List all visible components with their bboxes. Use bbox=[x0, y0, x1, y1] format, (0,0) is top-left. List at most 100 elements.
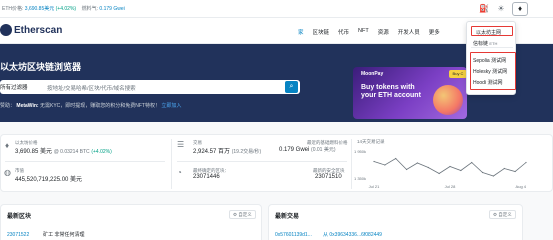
gas-label: 燃料气: bbox=[81, 6, 99, 12]
chart-point[interactable] bbox=[373, 160, 375, 163]
transactions-stat: 2,924.57 百万 (19.2交易/秒) bbox=[193, 146, 261, 155]
moonpay-ad-banner[interactable]: MoonPay Buy C Buy tokens with your ETH a… bbox=[353, 67, 467, 119]
nav-item-developers[interactable]: 开发人员 bbox=[398, 28, 420, 36]
nav-menu: 家 区块链 代币 NFT 资源 开发人员 更多 bbox=[298, 28, 440, 36]
sponsored-text: 无需KYC，即时提现，赚取您的积分和免费NFT特权！ bbox=[39, 103, 160, 109]
theme-toggle-icon[interactable]: ☀ bbox=[495, 3, 507, 15]
ethereum-icon: ♦ bbox=[517, 4, 523, 13]
chart-series-line bbox=[373, 157, 527, 177]
latest-blocks-panel: 最新区块 ⚙ 自定义 23071522 矿工 非常任何清理 bbox=[0, 204, 262, 240]
tx-from-link[interactable]: 从 0x39634336...6f082449 bbox=[323, 232, 382, 238]
tx-hash-link[interactable]: 0x57601139d1... bbox=[275, 232, 312, 238]
sponsored-name: MetaWin: bbox=[16, 103, 39, 109]
ad-headline: Buy tokens with your ETH account bbox=[361, 84, 421, 100]
network-option-hoodi[interactable]: Hoodi 测试网 bbox=[473, 79, 502, 86]
network-option-holesky[interactable]: Holesky 测试网 bbox=[473, 68, 507, 75]
mainnet-label: 以太坊主网 bbox=[476, 30, 502, 36]
chart-point[interactable] bbox=[503, 167, 505, 170]
block-miner[interactable]: 矿工 非常任何清理 bbox=[43, 232, 84, 238]
network-switch-button[interactable]: ♦ bbox=[512, 2, 528, 16]
search-input[interactable]: 按地址/交易哈希/区块/代币/域名搜索 bbox=[47, 84, 136, 92]
base-gas-value[interactable]: 0.179 Gwei bbox=[279, 147, 309, 153]
search-filter-select[interactable]: 所有过滤器 bbox=[0, 83, 28, 91]
customize-transactions-button[interactable]: ⚙ 自定义 bbox=[489, 210, 516, 219]
beacon-suffix: ETH bbox=[489, 41, 498, 46]
customize-label: 自定义 bbox=[498, 212, 512, 217]
search-bar: 所有过滤器 按地址/交易哈希/区块/代币/域名搜索 ⌕ bbox=[0, 80, 300, 94]
chart-point[interactable] bbox=[395, 157, 397, 160]
network-option-sepolia[interactable]: Sepolia 测试网 bbox=[473, 57, 506, 64]
chart-point[interactable] bbox=[514, 170, 516, 173]
chart-point[interactable] bbox=[471, 161, 473, 164]
chart-x-tick: Jul 21 bbox=[369, 184, 380, 189]
chart-y-tick: 1 350k bbox=[354, 176, 366, 181]
latest-blocks-title: 最新区块 bbox=[7, 214, 32, 220]
eth-price-change: (+4.02%) bbox=[55, 6, 77, 12]
block-row: 23071522 矿工 非常任何清理 bbox=[7, 231, 85, 238]
nav-item-nft[interactable]: NFT bbox=[358, 28, 369, 36]
speedometer-icon: ◔ bbox=[177, 168, 182, 177]
finalized-block-value[interactable]: 23071446 bbox=[193, 174, 220, 180]
top-ticker-bar: ETH价格: 3,690.85美元 (+4.02%) 燃料气: 0.179 Gw… bbox=[0, 0, 553, 18]
ad-line-1: Buy tokens with bbox=[361, 84, 415, 91]
network-option-mainnet[interactable]: 以太坊主网 bbox=[471, 26, 513, 36]
sponsored-prefix: 赞助： bbox=[0, 103, 16, 109]
eth-price: 3,690.85美元 bbox=[24, 6, 55, 12]
globe-icon: ◍ bbox=[4, 168, 11, 177]
gas-tracker-icon[interactable]: ⛽ bbox=[478, 3, 490, 15]
transactions-value[interactable]: 2,924.57 百万 bbox=[193, 149, 230, 155]
chart-point[interactable] bbox=[416, 162, 419, 164]
logo-text[interactable]: Etherscan bbox=[14, 25, 62, 36]
latest-transactions-panel: 最新交易 ⚙ 自定义 0x57601139d1... 从 0x39634336.… bbox=[268, 204, 523, 240]
divider bbox=[177, 161, 347, 162]
block-number-link[interactable]: 23071522 bbox=[7, 232, 29, 238]
chart-point[interactable] bbox=[405, 168, 408, 171]
eth-price-stat: 3,690.85 美元 @ 0.03214 BTC (+4.02%) bbox=[15, 146, 112, 155]
market-cap-value: 445,520,719,225.00 美元 bbox=[15, 177, 83, 183]
sponsored-link[interactable]: 立即加入 bbox=[161, 103, 181, 109]
transaction-row: 0x57601139d1... 从 0x39634336...6f082449 bbox=[275, 231, 382, 238]
search-button[interactable]: ⌕ bbox=[285, 81, 298, 93]
nav-item-resources[interactable]: 资源 bbox=[378, 28, 389, 36]
base-gas-stat: 0.179 Gwei (0.01 美元) bbox=[279, 146, 335, 153]
nav-item-more[interactable]: 更多 bbox=[429, 28, 440, 36]
ad-chip: Buy C bbox=[449, 70, 467, 78]
chart-point[interactable] bbox=[525, 161, 527, 164]
chart-point[interactable] bbox=[384, 164, 386, 166]
base-gas-fee: (0.01 美元) bbox=[311, 147, 336, 153]
safe-block-value[interactable]: 23071510 bbox=[315, 174, 342, 180]
customize-label: 自定义 bbox=[238, 212, 252, 217]
chart-y-tick: 1 950k bbox=[354, 149, 366, 154]
transactions-tps: (19.2交易/秒) bbox=[231, 149, 262, 155]
ethereum-price-icon: ♦ bbox=[5, 141, 10, 150]
divider bbox=[5, 161, 165, 162]
divider bbox=[171, 139, 172, 189]
search-icon: ⌕ bbox=[289, 83, 294, 90]
chart-point[interactable] bbox=[460, 169, 462, 172]
chart-x-tick: Jul 28 bbox=[445, 184, 456, 189]
ad-line-2: your ETH account bbox=[361, 92, 421, 99]
chart-point[interactable] bbox=[481, 171, 484, 174]
network-option-beacon[interactable]: 信标链 ETH bbox=[473, 40, 497, 47]
nav-item-home[interactable]: 家 bbox=[298, 28, 304, 36]
divider bbox=[471, 47, 513, 48]
eth-price-btc: @ 0.03214 BTC bbox=[53, 149, 90, 155]
sponsored-line: 赞助： MetaWin: 无需KYC，即时提现，赚取您的积分和免费NFT特权！ … bbox=[0, 102, 181, 109]
chart-point[interactable] bbox=[438, 172, 440, 175]
network-dropdown: 以太坊主网 信标链 ETH Sepolia 测试网 Holesky 测试网 Ho… bbox=[466, 21, 516, 95]
eth-price-label: ETH价格: bbox=[2, 6, 24, 12]
eth-price-stat-value[interactable]: 3,690.85 美元 bbox=[15, 149, 52, 155]
chart-point[interactable] bbox=[449, 165, 451, 168]
eth-price-stat-change: (+4.02%) bbox=[91, 149, 112, 155]
nav-item-blockchain[interactable]: 区块链 bbox=[313, 28, 330, 36]
transaction-history-chart: 1 950k 1 350kJul 21 Jul 28 Aug 4 bbox=[354, 149, 527, 189]
etherscan-logo-icon[interactable] bbox=[0, 24, 12, 36]
ticker: ETH价格: 3,690.85美元 (+4.02%) 燃料气: 0.179 Gw… bbox=[2, 5, 125, 12]
chart-point[interactable] bbox=[492, 175, 495, 177]
chart-point[interactable] bbox=[427, 166, 429, 169]
server-icon: ☰ bbox=[177, 140, 185, 149]
nav-item-tokens[interactable]: 代币 bbox=[338, 28, 349, 36]
customize-blocks-button[interactable]: ⚙ 自定义 bbox=[229, 210, 256, 219]
chart-x-tick: Aug 4 bbox=[516, 184, 527, 189]
gas-price: 0.179 Gwei bbox=[99, 6, 125, 12]
